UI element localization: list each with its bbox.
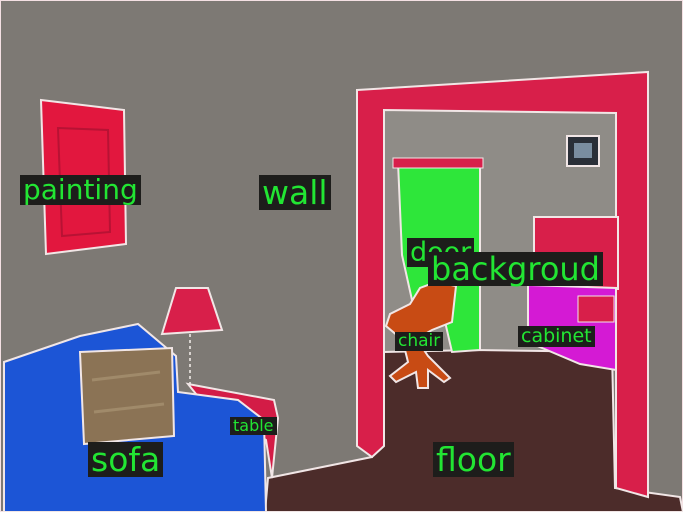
sofa-label: sofa	[88, 442, 164, 477]
floor-label: floor	[433, 442, 514, 477]
cabinet-label: cabinet	[518, 326, 595, 347]
cushion	[78, 346, 176, 446]
painting-label: painting	[20, 175, 141, 205]
wall-label: wall	[259, 175, 331, 210]
background-label: backgroud	[428, 252, 603, 286]
table-label: table	[230, 417, 277, 435]
chair-label: chair	[395, 332, 444, 351]
